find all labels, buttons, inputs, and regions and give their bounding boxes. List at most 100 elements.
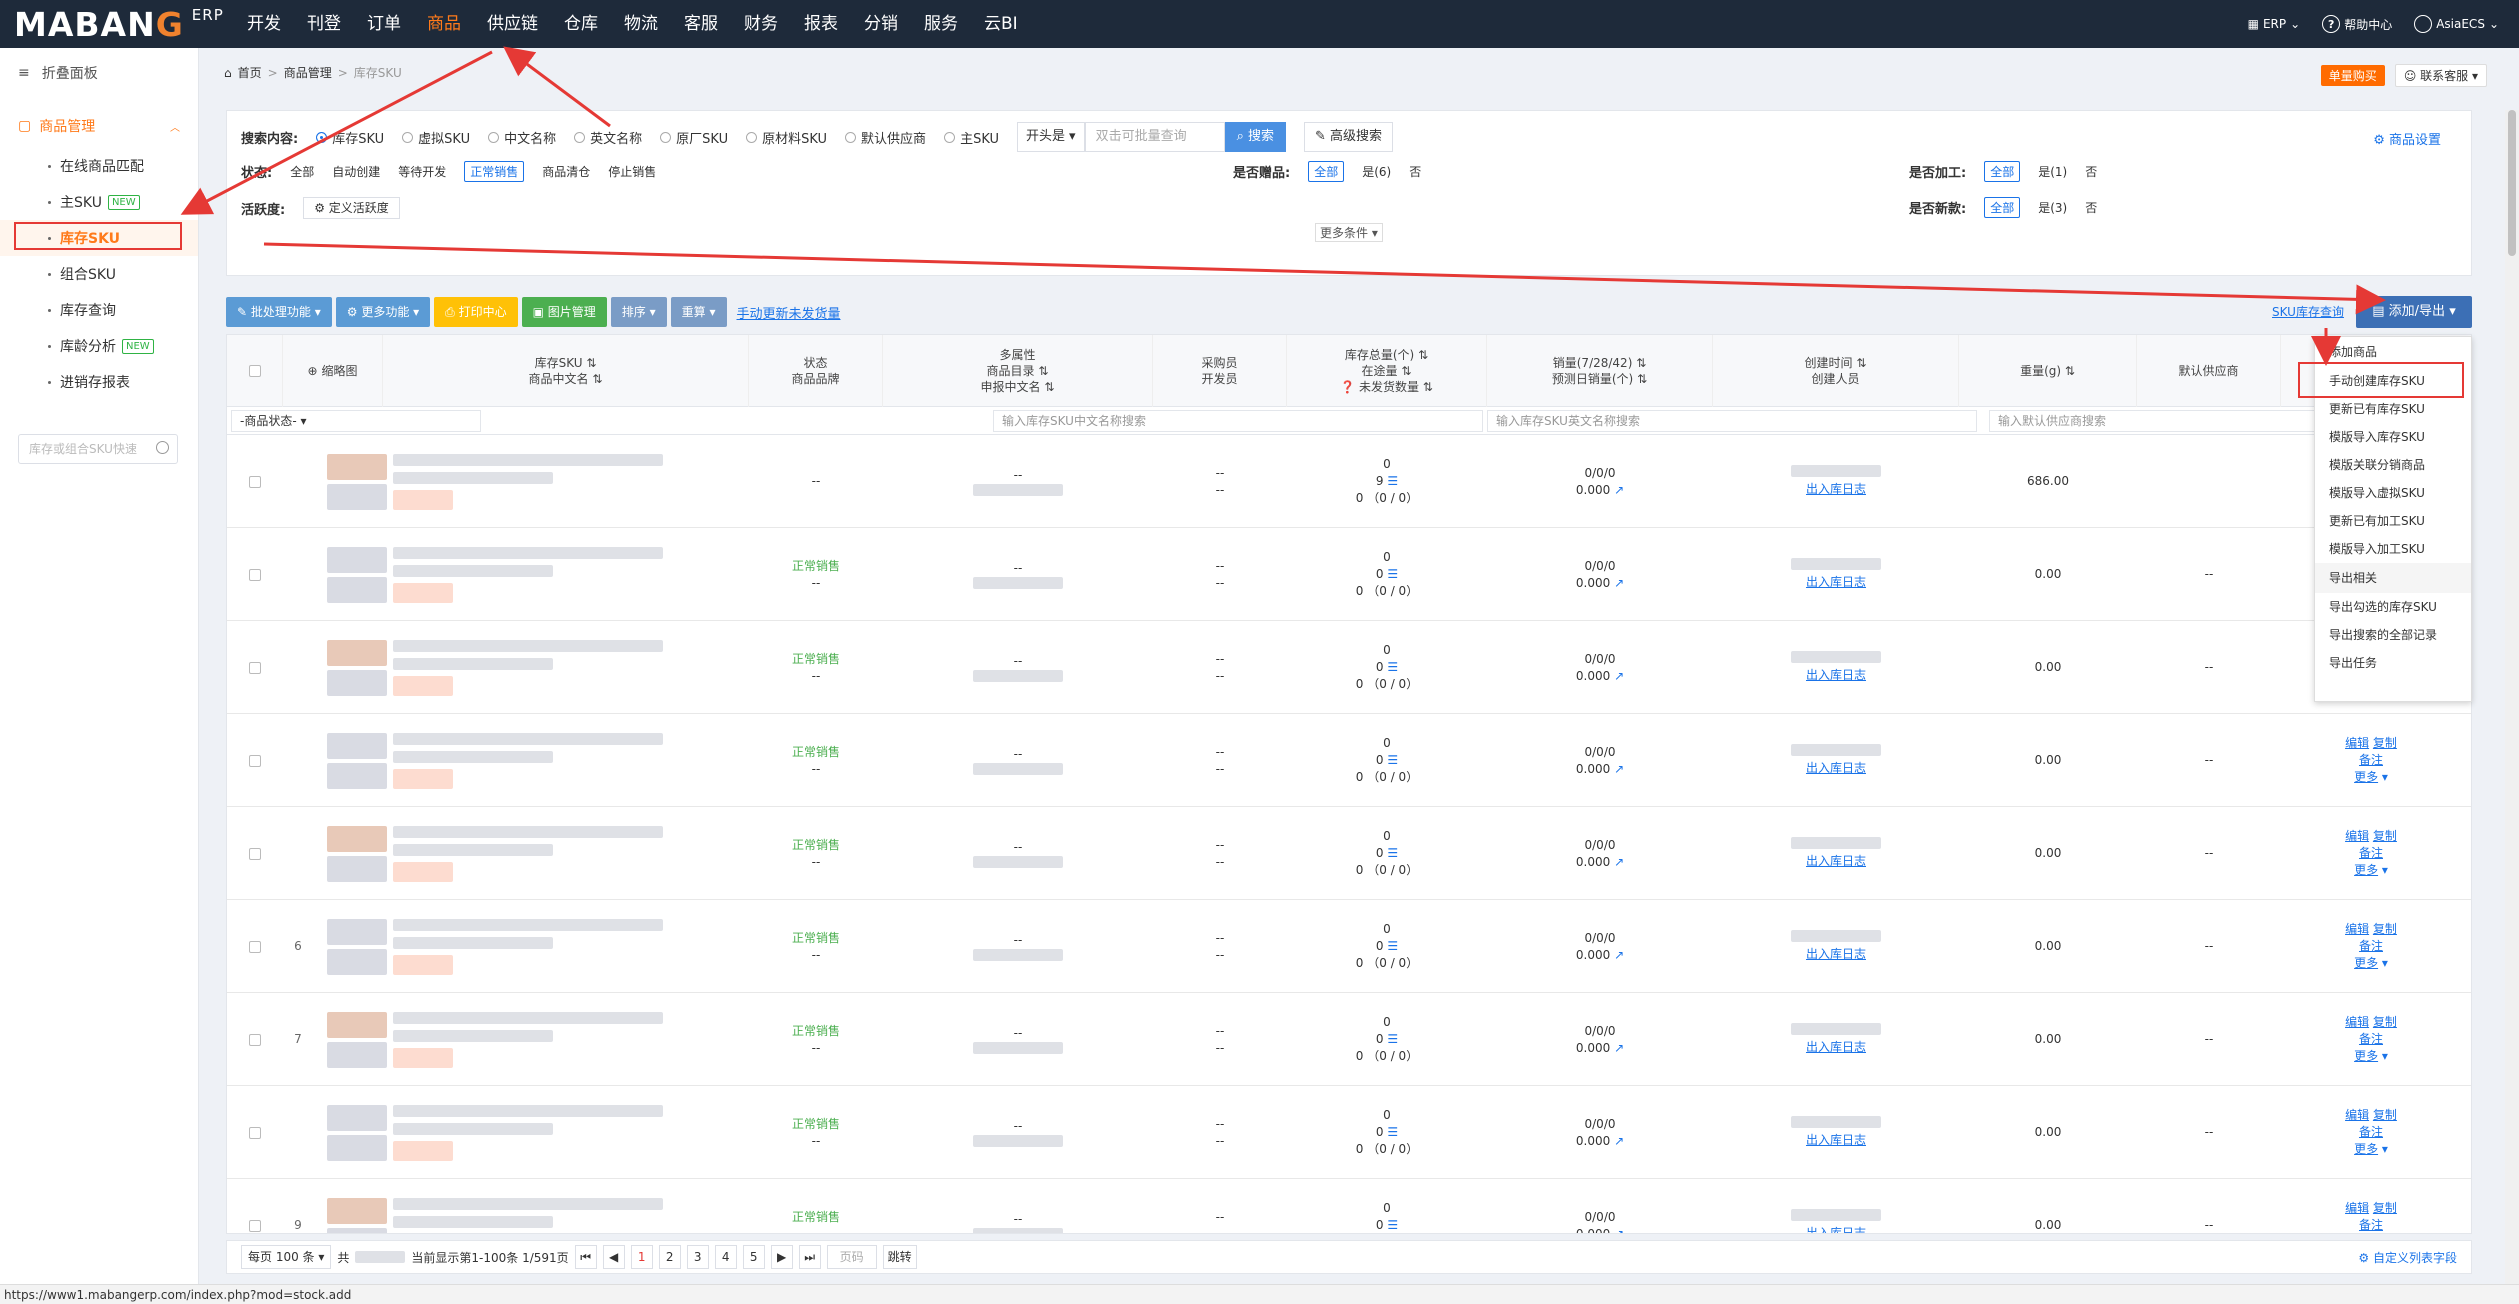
status-opt-auto[interactable]: 自动创建 (332, 163, 380, 180)
stock-log-link[interactable]: 出入库日志 (1806, 760, 1866, 777)
copy-link[interactable]: 复制 (2373, 829, 2397, 843)
th-created[interactable]: 创建时间 ⇅ 创建人员 (1713, 335, 1959, 407)
collapse-panel[interactable]: ≡ 折叠面板 (0, 48, 198, 98)
proc-opt-yes[interactable]: 是(1) (2038, 163, 2067, 180)
dd-export-item[interactable]: 导出搜索的全部记录 (2315, 621, 2471, 649)
chart-icon[interactable]: ↗ (1614, 762, 1624, 776)
more-line[interactable]: 更多 ▾ (2354, 769, 2388, 786)
last-page-button[interactable]: ⏭ (798, 1245, 821, 1269)
radio-en-name[interactable]: 英文名称 (574, 128, 642, 147)
new-opt-yes[interactable]: 是(3) (2038, 199, 2067, 216)
sku-text[interactable] (393, 1197, 663, 1210)
proc-opt-no[interactable]: 否 (2085, 163, 2097, 180)
radio-virtual-sku[interactable]: 虚拟SKU (402, 128, 470, 147)
add-export-button[interactable]: ▤ 添加/导出 ▾ (2356, 296, 2472, 328)
table-row[interactable]: 9 正常销售-- -- ---- 00 ☰0 （0 / 0） 0/0/00.00… (227, 1179, 2471, 1234)
sku-text[interactable] (393, 918, 663, 931)
chart-icon[interactable]: ↗ (1614, 948, 1624, 962)
radio-cn-name[interactable]: 中文名称 (488, 128, 556, 147)
copy-link[interactable]: 复制 (2373, 1015, 2397, 1029)
sidebar-item-age-analysis[interactable]: 库龄分析 NEW (0, 328, 198, 364)
page-3[interactable]: 3 (686, 1245, 709, 1269)
note-link[interactable]: 备注 (2359, 1124, 2383, 1141)
image-manage-button[interactable]: ▣ 图片管理 (521, 297, 607, 327)
radio-main-sku[interactable]: 主SKU (944, 128, 999, 147)
stock-log-link[interactable]: 出入库日志 (1806, 574, 1866, 591)
erp-switch[interactable]: ▦ ERP ⌄ (2248, 17, 2301, 31)
dd-add-item[interactable]: 更新已有加工SKU (2315, 507, 2471, 535)
product-settings-link[interactable]: ⚙ 商品设置 (2373, 129, 2441, 148)
sidebar-item-online-match[interactable]: 在线商品匹配 (0, 148, 198, 184)
nav-cs[interactable]: 客服 (671, 0, 731, 48)
next-page-button[interactable]: ▶ (770, 1245, 793, 1269)
sidebar-search-input[interactable]: 库存或组合SKU快速 (18, 434, 178, 464)
edit-link[interactable]: 编辑 (2345, 829, 2369, 843)
dd-export-item[interactable]: 导出勾选的库存SKU (2315, 593, 2471, 621)
sort-button[interactable]: 排序 ▾ (610, 297, 667, 327)
mabang-logo[interactable]: MABAN G ERP (14, 4, 224, 44)
supplier-filter-input[interactable]: 输入默认供应商搜索 (1989, 410, 2329, 432)
sku-text[interactable] (393, 825, 663, 838)
edit-link[interactable]: 编辑 (2345, 736, 2369, 750)
product-thumbnail[interactable] (327, 807, 387, 900)
page-1[interactable]: 1 (630, 1245, 653, 1269)
nav-logistics[interactable]: 物流 (611, 0, 671, 48)
more-functions-button[interactable]: ⚙ 更多功能 ▾ (335, 297, 431, 327)
gift-opt-yes[interactable]: 是(6) (1362, 163, 1391, 180)
more-line[interactable]: 更多 ▾ (2354, 862, 2388, 879)
sidebar-item-combo-sku[interactable]: 组合SKU (0, 256, 198, 292)
note-link[interactable]: 备注 (2359, 752, 2383, 769)
help-center[interactable]: ? 帮助中心 (2322, 15, 2392, 33)
row-checkbox[interactable] (249, 475, 261, 488)
search-button[interactable]: ⌕ 搜索 (1224, 122, 1286, 152)
list-icon[interactable]: ☰ (1387, 660, 1398, 674)
nav-supply[interactable]: 供应链 (474, 0, 551, 48)
copy-link[interactable]: 复制 (2373, 922, 2397, 936)
product-thumbnail[interactable] (327, 528, 387, 621)
prev-page-button[interactable]: ◀ (602, 1245, 625, 1269)
row-checkbox[interactable] (249, 661, 261, 674)
breadcrumb-home[interactable]: 首页 (238, 64, 262, 81)
more-link[interactable]: 更多 (2354, 1049, 2378, 1063)
status-filter-select[interactable]: -商品状态- ▾ (231, 410, 481, 432)
plus-circle-icon[interactable]: ⊕ (307, 363, 317, 379)
th-weight[interactable]: 重量(g) ⇅ (1959, 335, 2137, 407)
search-icon[interactable] (156, 441, 169, 454)
stock-log-link[interactable]: 出入库日志 (1806, 481, 1866, 498)
page-scrollbar[interactable] (2505, 110, 2519, 1284)
note-link[interactable]: 备注 (2359, 938, 2383, 955)
chart-icon[interactable]: ↗ (1614, 483, 1624, 497)
list-icon[interactable]: ☰ (1387, 753, 1398, 767)
table-row[interactable]: 7 正常销售 -- -- -- -- 00 ☰ 0 （0 / 0） 0/0/0 0.00… (227, 993, 2471, 1086)
nav-cloudbi[interactable]: 云BI (971, 0, 1031, 48)
page-size-select[interactable]: 每页 100 条 ▾ (241, 1245, 332, 1269)
status-opt-stopped[interactable]: 停止销售 (608, 163, 656, 180)
recalc-button[interactable]: 重算 ▾ (670, 297, 727, 327)
dd-export-item[interactable]: 导出任务 (2315, 649, 2471, 677)
status-opt-all[interactable]: 全部 (290, 163, 314, 180)
product-thumbnail[interactable] (327, 435, 387, 528)
list-icon[interactable]: ☰ (1387, 1218, 1398, 1232)
select-all-checkbox[interactable] (248, 365, 261, 377)
note-link[interactable]: 备注 (2359, 1217, 2383, 1233)
more-line[interactable]: 更多 ▾ (2354, 955, 2388, 972)
list-icon[interactable]: ☰ (1387, 567, 1398, 581)
cn-name-filter-input[interactable]: 输入库存SKU中文名称搜索 (993, 410, 1483, 432)
chart-icon[interactable]: ↗ (1614, 1227, 1624, 1234)
dd-add-item[interactable]: 手动创建库存SKU (2315, 367, 2471, 395)
sku-stock-query-link[interactable]: SKU库存查询 (2272, 303, 2344, 320)
sku-text[interactable] (393, 546, 663, 559)
edit-link[interactable]: 编辑 (2345, 1108, 2369, 1122)
dd-add-item[interactable]: 模版关联分销商品 (2315, 451, 2471, 479)
list-icon[interactable]: ☰ (1387, 474, 1398, 488)
copy-link[interactable]: 复制 (2373, 1108, 2397, 1122)
table-row[interactable]: 正常销售 -- -- -- -- 00 ☰ 0 （0 / 0） 0/0/0 0.000 … (227, 528, 2471, 621)
dd-add-item[interactable]: 模版导入虚拟SKU (2315, 479, 2471, 507)
jump-button[interactable]: 跳转 (882, 1245, 917, 1269)
user-menu[interactable]: AsiaECS ⌄ (2414, 15, 2499, 33)
sku-text[interactable] (393, 1104, 663, 1117)
row-checkbox[interactable] (249, 847, 261, 860)
nav-service[interactable]: 服务 (911, 0, 971, 48)
nav-orders[interactable]: 订单 (354, 0, 414, 48)
row-checkbox[interactable] (249, 754, 261, 767)
